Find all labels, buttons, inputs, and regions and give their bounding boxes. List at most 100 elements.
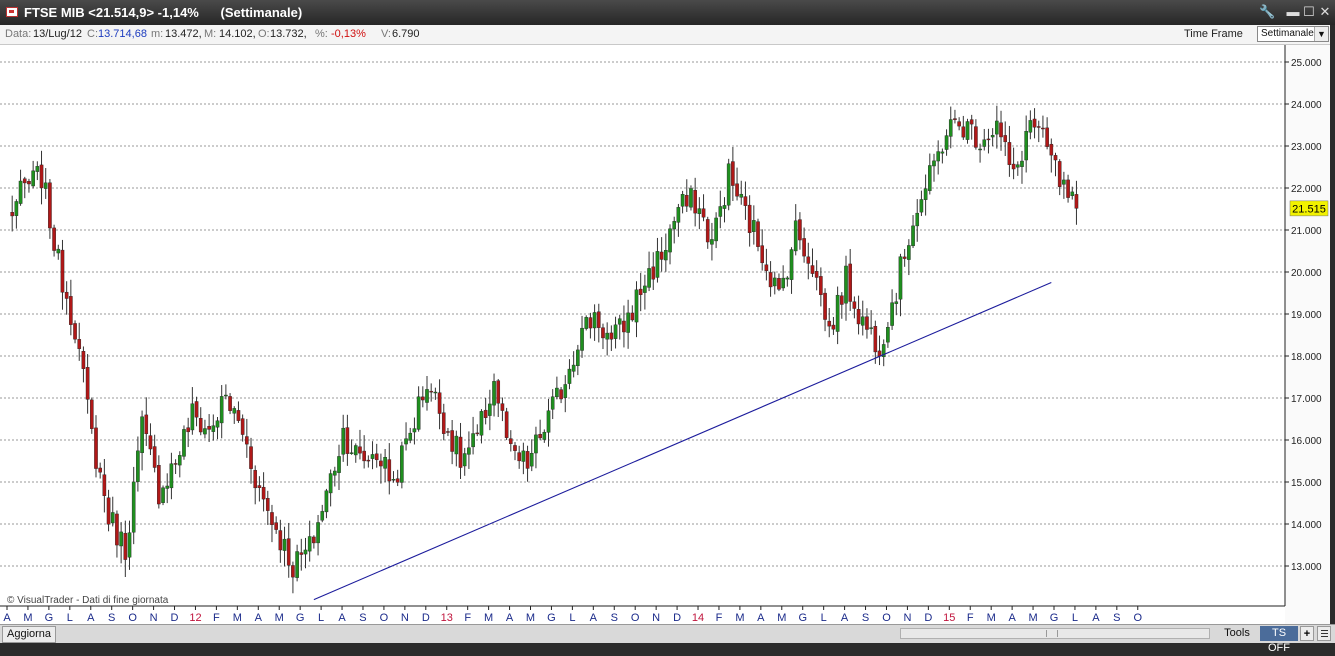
price-axis-bg [1285, 45, 1335, 624]
candle-up [576, 349, 580, 367]
ts-off-button[interactable]: TS OFF [1260, 626, 1298, 654]
candle-down [362, 450, 366, 462]
candle-up [915, 212, 920, 227]
candle-up [793, 220, 798, 252]
scrollbar-thumb[interactable] [1046, 630, 1058, 637]
candle-down [496, 380, 501, 404]
candle-down [358, 446, 362, 454]
x-month-label: O [128, 612, 137, 624]
candle-up [534, 434, 538, 454]
candle-up [177, 455, 182, 466]
maximize-button[interactable]: ☐ [1301, 4, 1317, 20]
candle-down [705, 219, 710, 243]
candle-down [39, 164, 44, 189]
candle-down [1011, 163, 1016, 170]
candle-down [827, 320, 832, 327]
candle-down [395, 478, 400, 483]
timeframe-select[interactable]: Settimanale ▼ [1257, 26, 1329, 42]
plus-button[interactable]: + [1300, 626, 1314, 641]
x-month-label: A [255, 612, 263, 624]
y-tick-label: 18.000 [1291, 352, 1322, 363]
candle-up [542, 431, 547, 440]
min-value: 13.472, [165, 28, 202, 40]
candle-up [182, 429, 186, 457]
candle-up [219, 396, 224, 424]
candle-down [806, 256, 811, 264]
y-tick-label: 21.000 [1291, 226, 1322, 237]
candle-up [781, 277, 785, 289]
x-month-label: G [296, 612, 305, 624]
candle-up [215, 420, 220, 428]
candle-up [672, 221, 677, 230]
menu-icon[interactable] [1317, 626, 1331, 641]
horizontal-scrollbar[interactable] [900, 628, 1210, 639]
data-value: 13/Lug/12 [33, 28, 82, 40]
minimize-button[interactable]: ▬ [1285, 4, 1301, 20]
candle-down [379, 460, 383, 467]
candle-up [400, 445, 404, 483]
candle-up [211, 425, 216, 432]
candle-down [123, 532, 128, 560]
candle-down [856, 309, 861, 325]
candle-up [416, 396, 421, 430]
candle-down [249, 446, 253, 469]
x-month-label: F [213, 612, 220, 624]
candle-up [710, 239, 714, 245]
candle-down [1053, 155, 1058, 161]
tools-button[interactable]: Tools [1217, 626, 1257, 641]
candle-up [18, 180, 23, 204]
candle-down [98, 467, 102, 473]
x-month-label: A [1008, 612, 1016, 624]
candle-up [295, 551, 299, 578]
candle-down [693, 190, 697, 214]
candle-up [555, 387, 559, 398]
max-label: M: [204, 28, 217, 40]
candle-up [898, 256, 903, 300]
x-month-label: N [401, 612, 409, 624]
candle-down [345, 427, 350, 454]
close-button[interactable]: ✕ [1317, 4, 1333, 20]
candle-up [844, 265, 848, 304]
candle-down [475, 432, 480, 435]
percent-value: -0,13% [331, 28, 366, 40]
candle-up [584, 317, 589, 329]
candle-up [303, 549, 308, 555]
candle-down [969, 119, 974, 125]
candle-down [157, 465, 161, 505]
min-label: m: [151, 28, 164, 40]
candle-up [571, 364, 576, 372]
candle-up [689, 188, 693, 208]
x-month-label: A [338, 612, 346, 624]
x-month-label: F [716, 612, 723, 624]
candle-down [1066, 179, 1070, 198]
candle-down [60, 249, 65, 293]
candle-down [387, 459, 392, 482]
x-month-label: A [87, 612, 95, 624]
aggiorna-button[interactable]: Aggiorna [2, 626, 57, 643]
candle-down [622, 320, 626, 333]
candle-up [869, 327, 873, 329]
x-month-label: A [757, 612, 765, 624]
candle-up [341, 427, 346, 455]
candle-down [291, 565, 295, 578]
x-month-label: G [45, 612, 54, 624]
candle-up [337, 456, 341, 473]
candlestick-chart[interactable]: 25.000 24.000 23.000 22.000 21.000 20.000 19.0… [0, 45, 1335, 624]
candle-down [1049, 143, 1054, 156]
candle-up [31, 170, 35, 187]
candle-down [77, 339, 82, 349]
wrench-icon[interactable]: 🔧 [1259, 4, 1275, 20]
candle-down [274, 522, 278, 530]
candle-down [245, 436, 249, 445]
candle-up [940, 151, 945, 154]
candle-up [412, 428, 417, 433]
y-tick-label: 19.000 [1291, 310, 1322, 321]
x-year-label: 13 [441, 612, 453, 624]
chevron-down-icon[interactable]: ▼ [1314, 27, 1328, 41]
candle-up [772, 277, 777, 287]
candle-down [152, 446, 157, 468]
candle-down [458, 436, 463, 468]
candle-up [860, 316, 865, 326]
candle-down [81, 351, 86, 369]
candle-up [14, 201, 19, 216]
